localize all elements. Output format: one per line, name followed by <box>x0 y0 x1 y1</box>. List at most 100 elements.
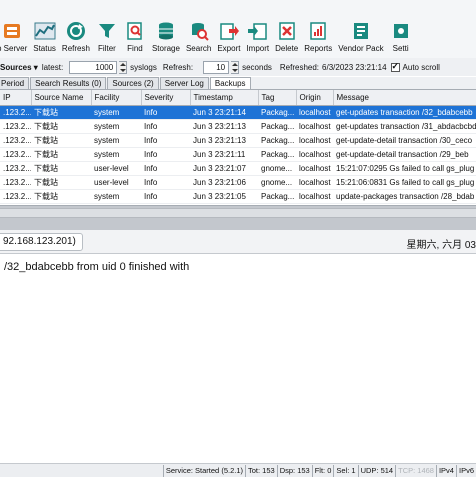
export-icon <box>218 20 240 42</box>
table-header-row: IP Source Name Facility Severity Timesta… <box>0 90 476 106</box>
status-label: Status <box>33 44 56 53</box>
vendor-pack-icon <box>350 20 372 42</box>
tab-backups[interactable]: Backups <box>209 77 251 89</box>
main-toolbar: p Server Status Refresh Filter Find Stor… <box>0 0 476 61</box>
table-row[interactable]: .123.2... 下载站 system Info Jun 3 23:21:13… <box>0 119 476 134</box>
table-row[interactable]: .123.2... 下载站 system Info Jun 3 23:21:14… <box>0 105 476 120</box>
status-selected: Sel: 1 <box>333 464 357 477</box>
column-header-source-name[interactable]: Source Name <box>31 90 92 106</box>
status-filtered: Flt: 0 <box>311 464 334 477</box>
cell-severity: Info <box>141 133 190 148</box>
table-row[interactable]: .123.2... 下载站 system Info Jun 3 23:21:05… <box>0 189 476 204</box>
cell-source-name: 下载站 <box>31 133 91 148</box>
settings-label: Setti <box>392 44 409 53</box>
latest-input[interactable]: 1000 <box>69 60 118 74</box>
find-label: Find <box>127 44 143 53</box>
cell-source-name: 下载站 <box>31 175 91 190</box>
detail-header: 92.168.123.201) 星期六, 六月 03 <box>0 230 476 254</box>
seconds-label: seconds <box>242 62 272 72</box>
horizontal-scrollbar[interactable] <box>0 208 476 218</box>
refresh-button[interactable]: Refresh <box>59 20 93 53</box>
autoscroll-label: Auto scroll <box>402 62 440 72</box>
setup-server-label: p Server <box>0 44 28 53</box>
cell-severity: Info <box>141 161 190 176</box>
cell-tag: Packag... <box>258 147 296 162</box>
cell-message: 15:21:07:0295 Gs failed to call gs_plug <box>333 161 476 176</box>
vendor-pack-button[interactable]: Vendor Pack <box>335 20 386 53</box>
search-button[interactable]: Search <box>183 20 214 53</box>
status-button[interactable]: Status <box>30 20 59 53</box>
cell-origin: localhost <box>296 105 333 120</box>
cell-source-name: 下载站 <box>31 189 91 204</box>
refresh-interval-spinner[interactable] <box>231 60 240 74</box>
reports-icon <box>307 20 329 42</box>
tab-server-log[interactable]: Server Log <box>159 77 209 89</box>
filter-label: Filter <box>98 44 116 53</box>
table-row[interactable]: .123.2... 下载站 user-level Info Jun 3 23:2… <box>0 175 476 190</box>
cell-tag: Packag... <box>258 133 296 148</box>
cell-message: get-update-detail transaction /30_ceco <box>333 133 476 148</box>
cell-message: 15:21:06:0831 Gs failed to call gs_plug <box>333 175 476 190</box>
sources-dropdown[interactable]: Sources ▾ <box>0 63 38 72</box>
import-button[interactable]: Import <box>243 20 272 53</box>
column-header-severity[interactable]: Severity <box>141 90 191 106</box>
table-row[interactable]: .123.2... 下载站 user-level Info Jun 3 23:2… <box>0 161 476 176</box>
column-header-origin[interactable]: Origin <box>296 90 334 106</box>
detail-date: 星期六, 六月 03 <box>406 240 476 251</box>
find-button[interactable]: Find <box>121 20 149 53</box>
export-button[interactable]: Export <box>214 20 243 53</box>
settings-button[interactable]: Setti <box>387 20 415 53</box>
search-label: Search <box>185 44 212 53</box>
refresh-icon <box>65 20 87 42</box>
filter-button[interactable]: Filter <box>93 20 121 53</box>
refresh-label: Refresh <box>61 44 90 53</box>
latest-label: latest: <box>41 62 64 72</box>
settings-icon <box>390 20 412 42</box>
splitter-area <box>0 206 476 230</box>
cell-tag: gnome... <box>258 161 296 176</box>
column-header-timestamp[interactable]: Timestamp <box>190 90 259 106</box>
cell-facility: system <box>91 147 141 162</box>
cell-tag: gnome... <box>258 175 296 190</box>
setup-server-button[interactable]: p Server <box>0 20 30 53</box>
cell-origin: localhost <box>296 161 333 176</box>
cell-ip: .123.2... <box>0 161 31 176</box>
table-row[interactable]: .123.2... 下载站 system Info Jun 3 23:21:11… <box>0 147 476 162</box>
cell-ip: .123.2... <box>0 119 31 134</box>
search-icon <box>188 20 210 42</box>
column-header-message[interactable]: Message <box>333 90 476 106</box>
cell-severity: Info <box>141 105 190 120</box>
storage-button[interactable]: Storage <box>149 20 183 53</box>
cell-severity: Info <box>141 189 190 204</box>
delete-button[interactable]: Delete <box>272 20 301 53</box>
cell-facility: system <box>91 189 141 204</box>
reports-button[interactable]: Reports <box>301 20 335 53</box>
cell-timestamp: Jun 3 23:21:06 <box>190 175 258 190</box>
cell-ip: .123.2... <box>0 147 31 162</box>
vendor-pack-label: Vendor Pack <box>338 44 384 53</box>
cell-tag: Packag... <box>258 119 296 134</box>
cell-facility: system <box>91 105 141 120</box>
cell-origin: localhost <box>296 189 333 204</box>
column-header-tag[interactable]: Tag <box>258 90 297 106</box>
autoscroll-checkbox[interactable] <box>390 61 400 72</box>
import-icon <box>247 20 269 42</box>
cell-message: update-packages transaction /28_bdab <box>333 189 476 204</box>
syslogs-label: syslogs <box>130 62 157 72</box>
tab-search-results[interactable]: Search Results (0) <box>30 77 107 89</box>
column-header-facility[interactable]: Facility <box>91 90 142 106</box>
column-header-ip[interactable]: IP <box>0 90 32 106</box>
refresh-interval-input[interactable]: 10 <box>203 60 230 74</box>
tab-bar: Period Search Results (0) Sources (2) Se… <box>0 77 476 90</box>
table-row[interactable]: .123.2... 下载站 system Info Jun 3 23:21:13… <box>0 133 476 148</box>
export-label: Export <box>217 44 241 53</box>
cell-source-name: 下载站 <box>31 147 91 162</box>
tab-sources[interactable]: Sources (2) <box>107 77 159 89</box>
cell-timestamp: Jun 3 23:21:13 <box>190 133 258 148</box>
cell-source-name: 下载站 <box>31 105 91 120</box>
tab-period[interactable]: Period <box>0 77 30 89</box>
cell-origin: localhost <box>296 175 333 190</box>
status-ipv4: IPv4 <box>435 464 456 477</box>
latest-spinner[interactable] <box>119 60 128 74</box>
status-displayed: Dsp: 153 <box>276 464 312 477</box>
